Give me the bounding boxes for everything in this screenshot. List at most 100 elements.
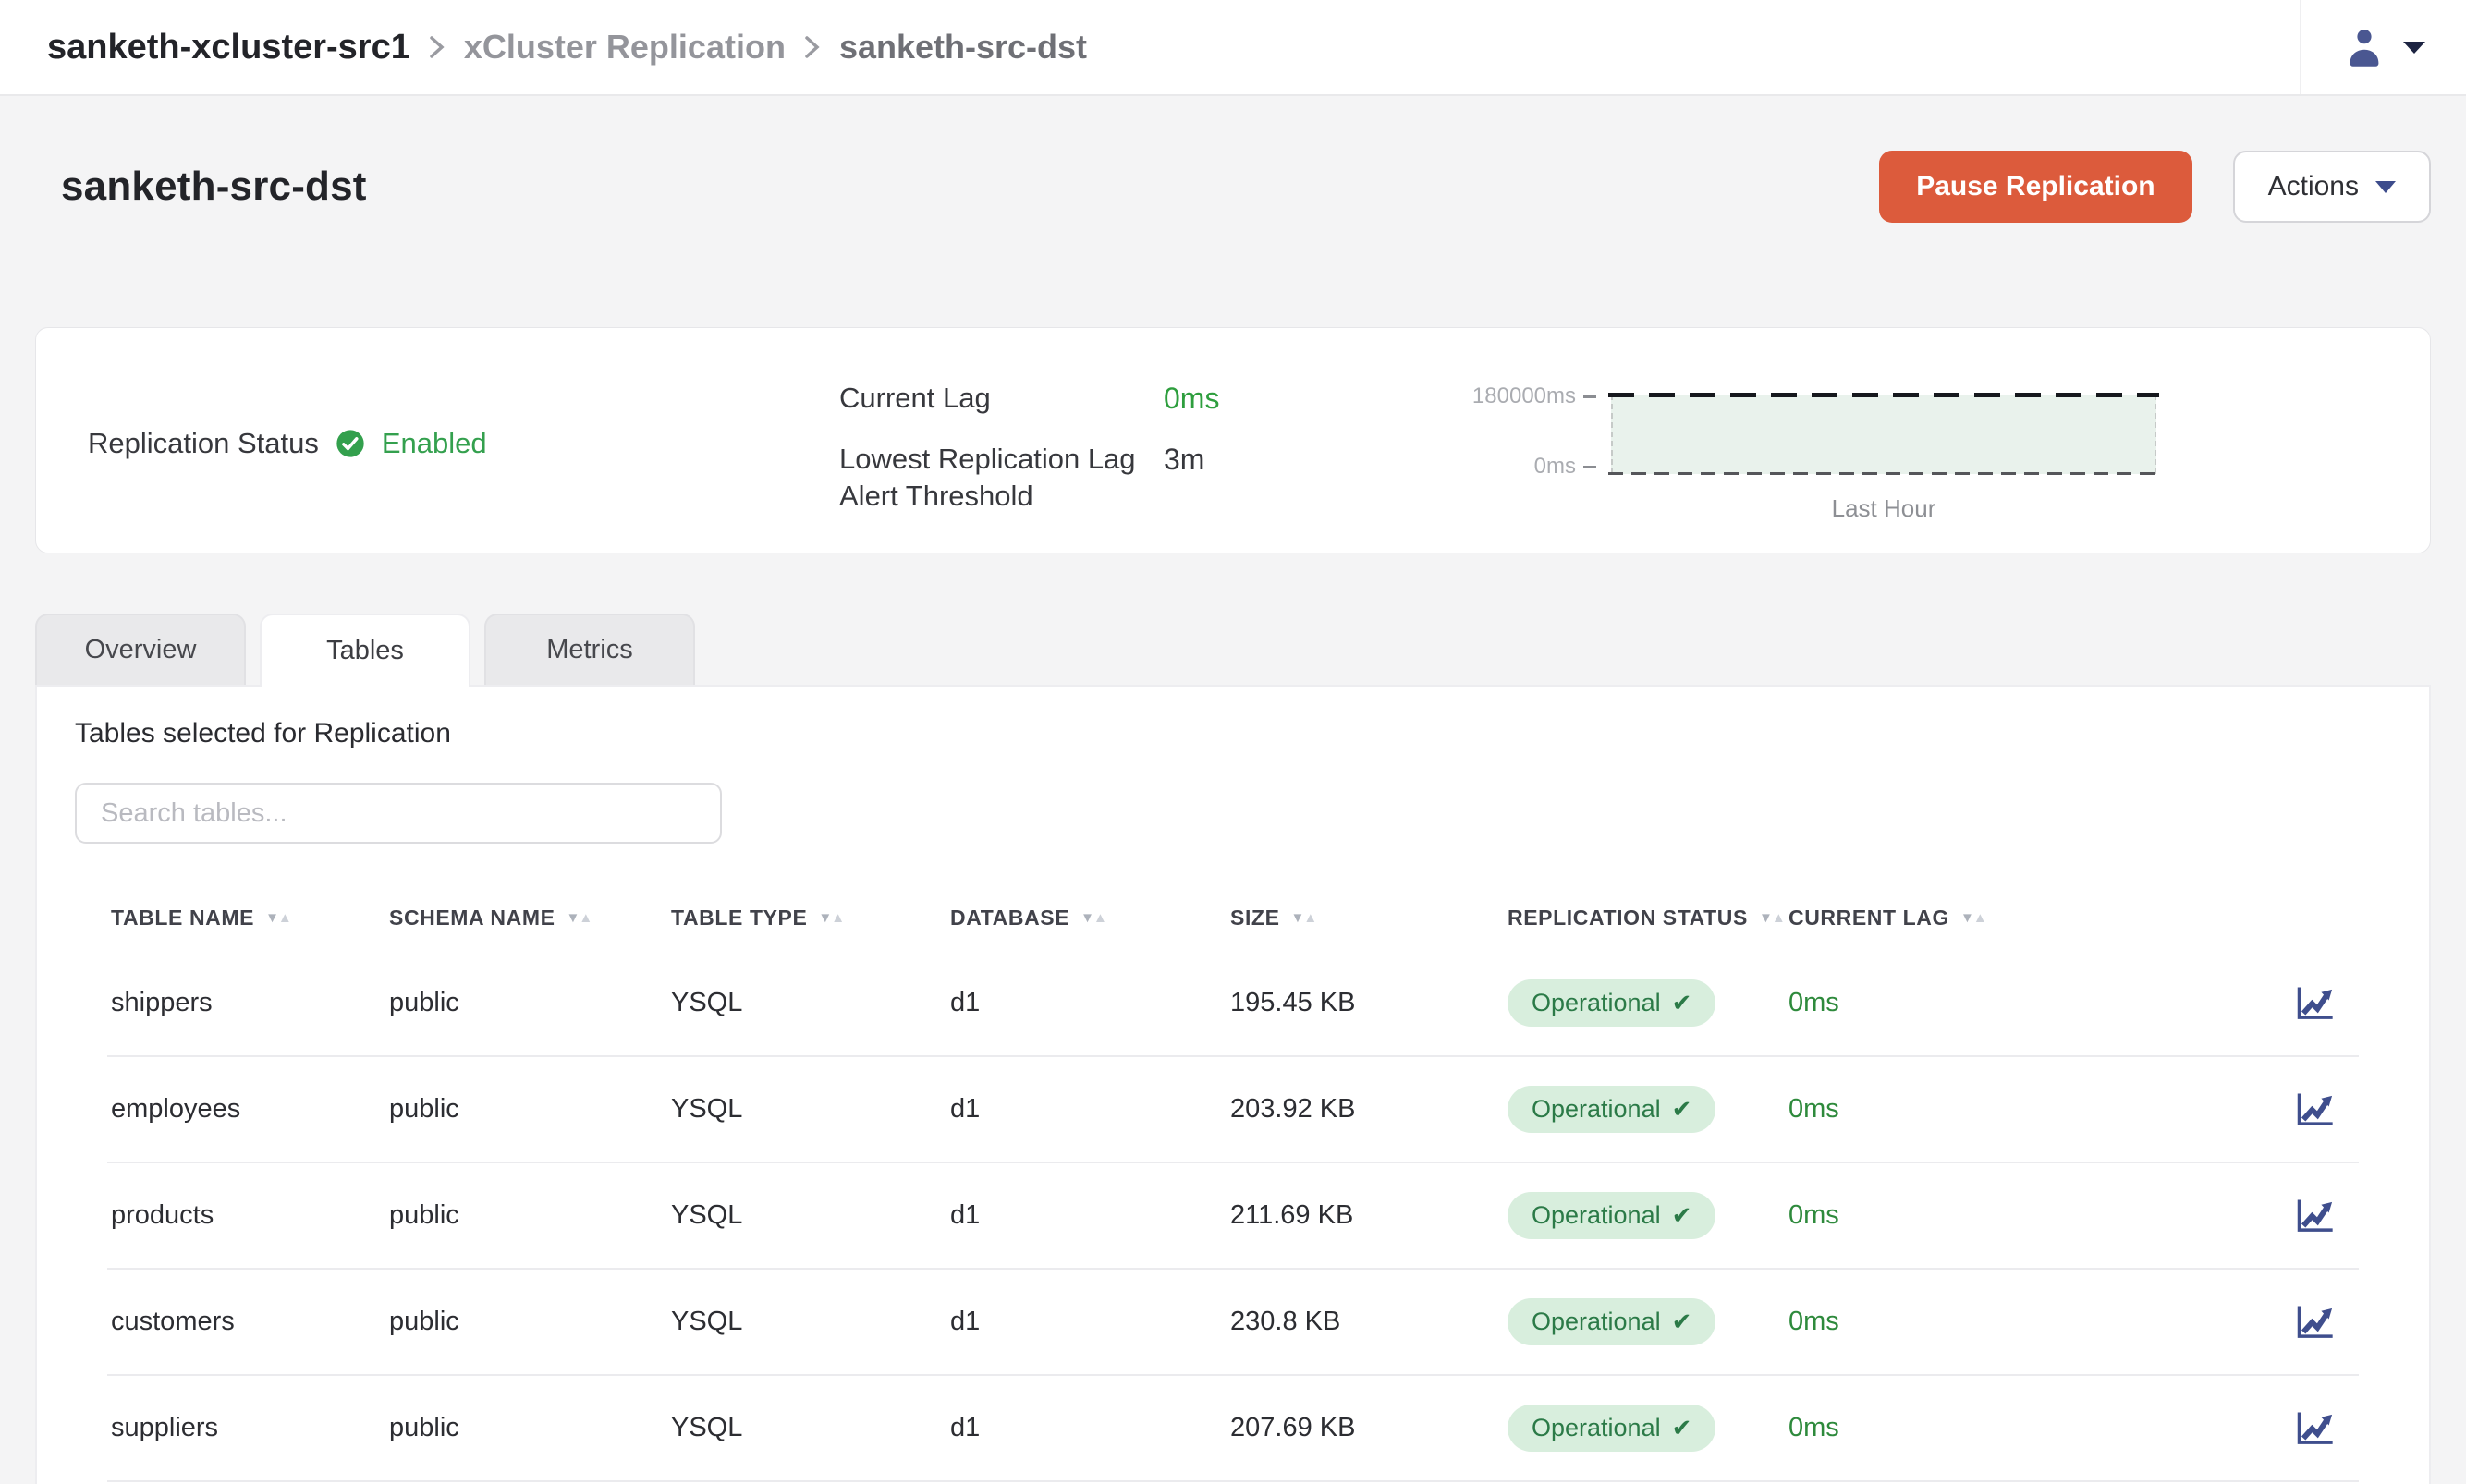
cell-table-type: YSQL: [671, 988, 950, 1018]
app-header: sanketh-xcluster-src1 xCluster Replicati…: [0, 0, 2466, 96]
cell-current-lag: 0ms: [1788, 1094, 2186, 1125]
cell-size: 207.69 KB: [1230, 1413, 1508, 1443]
cell-schema-name: public: [389, 1094, 671, 1125]
threshold-label-line2: Alert Threshold: [839, 478, 1136, 515]
chevron-right-icon: [802, 32, 823, 62]
title-row: sanketh-src-dst Pause Replication Action…: [35, 148, 2431, 225]
actions-button[interactable]: Actions: [2233, 151, 2431, 223]
cell-size: 195.45 KB: [1230, 988, 1508, 1018]
sort-icons: ▼▲: [567, 911, 592, 925]
cell-table-name: shippers: [111, 988, 389, 1018]
main-content: sanketh-src-dst Pause Replication Action…: [0, 96, 2466, 1484]
table-header-row: Table Name▼▲ Schema Name▼▲ Table Type▼▲ …: [107, 884, 2359, 951]
lag-graph-icon[interactable]: [2296, 1198, 2335, 1235]
cell-current-lag: 0ms: [1788, 988, 2186, 1018]
column-header-schema-name[interactable]: Schema Name▼▲: [389, 906, 671, 931]
lag-graph-icon[interactable]: [2296, 985, 2335, 1022]
threshold-value: 3m: [1164, 441, 1219, 478]
cell-table-name: products: [111, 1200, 389, 1231]
sort-icons: ▼▲: [1291, 911, 1317, 925]
cell-schema-name: public: [389, 1200, 671, 1231]
user-icon: [2342, 23, 2387, 72]
lag-chart: 180000ms 0ms Last Hour: [1611, 395, 2156, 523]
status-badge: Operational✔: [1508, 979, 1715, 1027]
column-header-size[interactable]: Size▼▲: [1230, 906, 1508, 931]
cell-database: d1: [950, 988, 1230, 1018]
tab-bar: Overview Tables Metrics: [35, 614, 2431, 685]
pause-replication-button[interactable]: Pause Replication: [1879, 151, 2191, 223]
chart-y-max-label: 180000ms: [1393, 383, 1596, 409]
replication-tables: Table Name▼▲ Schema Name▼▲ Table Type▼▲ …: [107, 884, 2359, 1482]
cell-database: d1: [950, 1307, 1230, 1337]
table-row: shippers public YSQL d1 195.45 KB Operat…: [107, 951, 2359, 1057]
sort-icons: ▼▲: [1759, 911, 1785, 925]
cell-table-type: YSQL: [671, 1094, 950, 1125]
title-actions: Pause Replication Actions: [1879, 151, 2431, 223]
cell-schema-name: public: [389, 988, 671, 1018]
sort-icons: ▼▲: [265, 911, 291, 925]
lag-graph-icon[interactable]: [2296, 1304, 2335, 1341]
chart-x-label: Last Hour: [1611, 494, 2156, 523]
current-lag-label: Current Lag: [839, 380, 1136, 417]
check-icon: ✔: [1672, 1201, 1692, 1230]
cell-size: 203.92 KB: [1230, 1094, 1508, 1125]
cell-current-lag: 0ms: [1788, 1200, 2186, 1231]
status-badge: Operational✔: [1508, 1192, 1715, 1239]
check-circle-icon: [336, 429, 365, 458]
status-badge: Operational✔: [1508, 1405, 1715, 1452]
chevron-right-icon: [427, 32, 447, 62]
cell-database: d1: [950, 1413, 1230, 1443]
replication-status-value: Enabled: [382, 427, 487, 460]
cell-size: 211.69 KB: [1230, 1200, 1508, 1231]
column-header-database[interactable]: Database▼▲: [950, 906, 1230, 931]
breadcrumb-cluster-link[interactable]: sanketh-xcluster-src1: [47, 28, 410, 67]
lag-graph-icon[interactable]: [2296, 1091, 2335, 1128]
replication-status-card: Replication Status Enabled Current Lag L…: [35, 327, 2431, 553]
lag-chart-plot: 180000ms 0ms: [1611, 395, 2156, 474]
cell-table-name: customers: [111, 1307, 389, 1337]
actions-caret-icon: [2375, 181, 2396, 193]
column-header-replication-status[interactable]: Replication Status▼▲: [1508, 906, 1788, 931]
sort-icons: ▼▲: [818, 911, 844, 925]
check-icon: ✔: [1672, 1095, 1692, 1124]
chart-lag-line: [1608, 472, 2159, 475]
table-row: employees public YSQL d1 203.92 KB Opera…: [107, 1057, 2359, 1163]
breadcrumb-section-link[interactable]: xCluster Replication: [464, 28, 786, 67]
cell-table-type: YSQL: [671, 1307, 950, 1337]
cell-table-type: YSQL: [671, 1413, 950, 1443]
actions-button-label: Actions: [2268, 171, 2359, 202]
cell-database: d1: [950, 1200, 1230, 1231]
table-row: products public YSQL d1 211.69 KB Operat…: [107, 1163, 2359, 1270]
breadcrumb: sanketh-xcluster-src1 xCluster Replicati…: [47, 28, 1087, 67]
check-icon: ✔: [1672, 1414, 1692, 1442]
chart-threshold-line: [1608, 393, 2159, 397]
replication-status: Replication Status Enabled: [88, 427, 487, 460]
column-header-table-type[interactable]: Table Type▼▲: [671, 906, 950, 931]
cell-table-name: suppliers: [111, 1413, 389, 1443]
column-header-table-name[interactable]: Table Name▼▲: [111, 906, 389, 931]
check-icon: ✔: [1672, 1308, 1692, 1336]
page-title: sanketh-src-dst: [61, 164, 367, 210]
check-icon: ✔: [1672, 989, 1692, 1017]
search-input[interactable]: [75, 783, 722, 844]
tab-tables[interactable]: Tables: [260, 614, 470, 687]
threshold-label-line1: Lowest Replication Lag: [839, 441, 1136, 478]
cell-size: 230.8 KB: [1230, 1307, 1508, 1337]
sort-icons: ▼▲: [1080, 911, 1106, 925]
user-menu[interactable]: [2300, 0, 2466, 94]
column-header-current-lag[interactable]: Current Lag▼▲: [1788, 906, 2186, 931]
lag-summary-values: 0ms 3m: [1164, 380, 1219, 478]
sort-icons: ▼▲: [1960, 911, 1986, 925]
table-row: customers public YSQL d1 230.8 KB Operat…: [107, 1270, 2359, 1376]
status-badge: Operational✔: [1508, 1298, 1715, 1345]
cell-table-name: employees: [111, 1094, 389, 1125]
replication-status-label: Replication Status: [88, 427, 319, 460]
breadcrumb-current: sanketh-src-dst: [839, 28, 1087, 67]
cell-current-lag: 0ms: [1788, 1413, 2186, 1443]
tab-metrics[interactable]: Metrics: [484, 614, 695, 685]
tab-overview[interactable]: Overview: [35, 614, 246, 685]
tables-panel: Tables selected for Replication Table Na…: [35, 685, 2431, 1484]
lag-graph-icon[interactable]: [2296, 1410, 2335, 1447]
cell-schema-name: public: [389, 1307, 671, 1337]
lag-summary-labels: Current Lag Lowest Replication Lag Alert…: [839, 380, 1136, 515]
